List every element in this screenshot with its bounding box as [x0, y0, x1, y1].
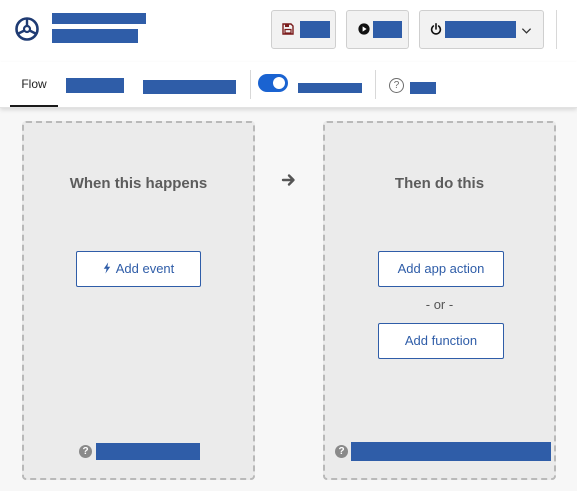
lightning-bolt-icon: [103, 262, 110, 274]
action-help-link-redacted[interactable]: [351, 442, 551, 461]
question-icon[interactable]: ?: [335, 445, 348, 458]
add-app-action-button[interactable]: Add app action: [378, 251, 504, 287]
test-button[interactable]: [346, 10, 409, 49]
trigger-help-link-redacted[interactable]: [96, 443, 200, 460]
enable-toggle[interactable]: [258, 74, 288, 92]
app-header: [0, 0, 577, 62]
trigger-panel: When this happens Add event ?: [22, 121, 255, 480]
test-label-redacted: [373, 21, 402, 38]
add-event-button[interactable]: Add event: [76, 251, 201, 287]
tab-flow[interactable]: Flow: [10, 62, 58, 107]
flow-subtitle-redacted: [52, 29, 138, 43]
question-icon[interactable]: ?: [79, 445, 92, 458]
save-icon: [282, 23, 294, 35]
power-dropdown-button[interactable]: [419, 10, 544, 49]
toggle-label-redacted: [298, 83, 362, 93]
tab-divider: [250, 70, 251, 99]
steering-wheel-logo-icon: [15, 17, 39, 41]
arrow-right-icon: [281, 174, 295, 186]
tab-bar: Flow ?: [0, 62, 577, 108]
play-icon: [358, 23, 370, 35]
help-label-redacted[interactable]: [410, 82, 436, 94]
tab-second-redacted[interactable]: [66, 78, 124, 93]
power-icon: [430, 23, 442, 35]
flow-name-redacted: [52, 13, 146, 24]
help-icon[interactable]: ?: [389, 78, 404, 93]
chevron-down-icon: [521, 28, 532, 34]
action-panel: Then do this Add app action - or - Add f…: [323, 121, 556, 480]
save-label-redacted: [300, 21, 330, 38]
trigger-panel-title: When this happens: [69, 175, 208, 192]
save-button[interactable]: [271, 10, 336, 49]
add-function-button[interactable]: Add function: [378, 323, 504, 359]
header-divider: [556, 10, 557, 49]
status-label-redacted: [445, 21, 516, 38]
or-separator: - or -: [425, 297, 454, 312]
tab-divider: [375, 70, 376, 99]
tab-third-redacted[interactable]: [143, 80, 236, 94]
action-panel-title: Then do this: [394, 175, 485, 192]
add-event-label: Add event: [115, 261, 175, 276]
